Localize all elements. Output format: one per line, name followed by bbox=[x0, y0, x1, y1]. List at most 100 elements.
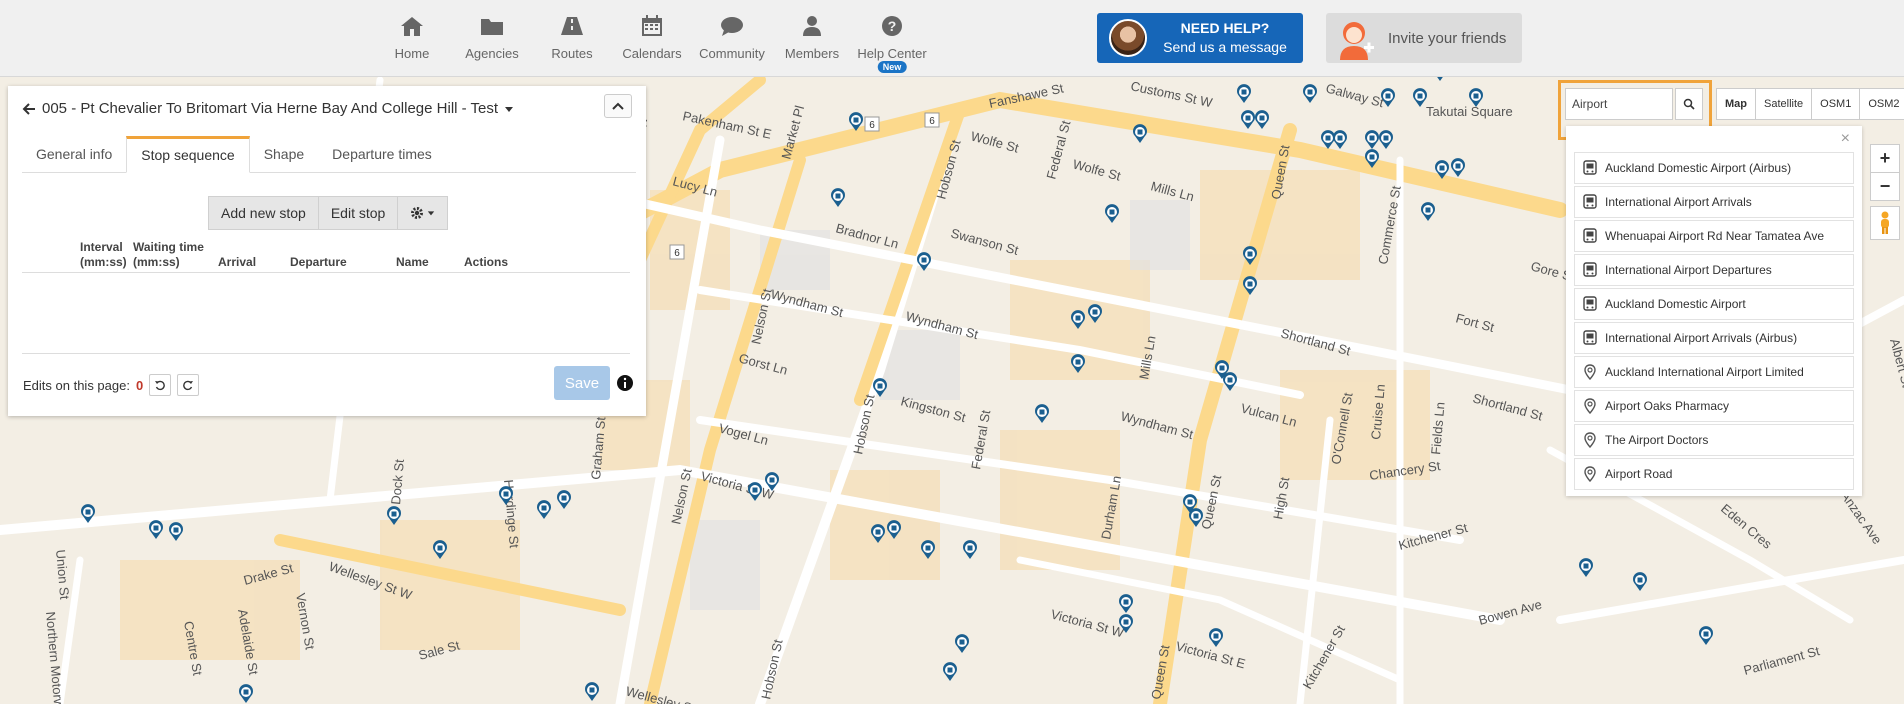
tab-departure-times[interactable]: Departure times bbox=[318, 136, 446, 172]
bus-stop-marker[interactable] bbox=[955, 634, 970, 653]
search-result-item[interactable]: Auckland Domestic Airport bbox=[1574, 288, 1854, 320]
collapse-panel-button[interactable] bbox=[604, 94, 632, 118]
panel-tabs: General info Stop sequence Shape Departu… bbox=[22, 136, 636, 173]
street-label: Federal St bbox=[1043, 119, 1073, 181]
bus-stop-marker[interactable] bbox=[239, 684, 254, 703]
bus-stop-marker[interactable] bbox=[1105, 204, 1119, 223]
bus-stop-marker[interactable] bbox=[585, 682, 599, 701]
bus-stop-marker[interactable] bbox=[1209, 628, 1223, 647]
search-result-item[interactable]: Auckland Domestic Airport (Airbus) bbox=[1574, 152, 1854, 184]
bus-stop-marker[interactable] bbox=[1433, 77, 1447, 81]
tab-shape[interactable]: Shape bbox=[250, 136, 318, 172]
nav-calendars[interactable]: Calendars bbox=[612, 0, 692, 76]
nav-community[interactable]: Community bbox=[692, 0, 772, 76]
bus-stop-marker[interactable] bbox=[1035, 404, 1049, 423]
invite-friends-button[interactable]: Invite your friends bbox=[1326, 13, 1522, 63]
search-result-item[interactable]: Whenuapai Airport Rd Near Tamatea Ave bbox=[1574, 220, 1854, 252]
search-result-item[interactable]: International Airport Departures bbox=[1574, 254, 1854, 286]
street-label: Victoria St W bbox=[1049, 606, 1126, 640]
svg-text:?: ? bbox=[888, 18, 897, 34]
map-search-input[interactable]: Airport bbox=[1565, 88, 1673, 120]
street-label: Wolfe St bbox=[969, 128, 1020, 155]
nav-members[interactable]: Members bbox=[772, 0, 852, 76]
search-result-label: Auckland Domestic Airport (Airbus) bbox=[1605, 161, 1792, 175]
search-result-label: Whenuapai Airport Rd Near Tamatea Ave bbox=[1605, 229, 1825, 243]
tab-stop-sequence[interactable]: Stop sequence bbox=[126, 136, 250, 173]
zoom-in-button[interactable]: + bbox=[1871, 145, 1899, 172]
undo-button[interactable] bbox=[149, 374, 172, 396]
caret-down-icon[interactable] bbox=[504, 104, 514, 114]
bus-stop-marker[interactable] bbox=[831, 188, 845, 207]
add-new-stop-button[interactable]: Add new stop bbox=[208, 196, 319, 230]
bus-stop-marker[interactable] bbox=[1241, 110, 1256, 129]
bus-stop-marker[interactable] bbox=[1133, 124, 1147, 143]
nav-label: Calendars bbox=[622, 46, 682, 61]
bus-stop-marker[interactable] bbox=[917, 252, 931, 271]
bus-stop-marker[interactable] bbox=[1302, 84, 1317, 103]
edit-stop-button[interactable]: Edit stop bbox=[318, 196, 399, 230]
layer-osm2-button[interactable]: OSM2 bbox=[1860, 88, 1904, 120]
place-pin-icon bbox=[1584, 432, 1596, 448]
bus-stop-marker[interactable] bbox=[1633, 572, 1648, 591]
search-result-item[interactable]: Airport Road bbox=[1574, 458, 1854, 490]
arrow-left-icon[interactable] bbox=[22, 102, 36, 116]
search-result-item[interactable]: International Airport Arrivals (Airbus) bbox=[1574, 322, 1854, 354]
bus-stop-marker[interactable] bbox=[1333, 130, 1347, 149]
bus-stop-icon bbox=[1583, 194, 1597, 209]
bus-stop-marker[interactable] bbox=[1412, 88, 1427, 107]
bus-stop-marker[interactable] bbox=[1699, 626, 1714, 645]
route-title[interactable]: 005 - Pt Chevalier To Britomart Via Hern… bbox=[22, 100, 514, 117]
bus-stop-marker[interactable] bbox=[1379, 130, 1393, 149]
map-search-button[interactable] bbox=[1675, 88, 1703, 120]
redo-button[interactable] bbox=[177, 374, 200, 396]
layer-map-button[interactable]: Map bbox=[1716, 88, 1756, 120]
bus-stop-marker[interactable] bbox=[943, 662, 958, 681]
bus-stop-marker[interactable] bbox=[1119, 594, 1133, 613]
bus-stop-marker[interactable] bbox=[1451, 158, 1466, 177]
search-result-item[interactable]: Auckland International Airport Limited bbox=[1574, 356, 1854, 388]
bus-stop-marker[interactable] bbox=[537, 500, 551, 519]
road-icon bbox=[561, 17, 583, 35]
nav-routes[interactable]: Routes bbox=[532, 0, 612, 76]
search-result-item[interactable]: Airport Oaks Pharmacy bbox=[1574, 390, 1854, 422]
street-label: Wolfe St bbox=[1071, 156, 1122, 183]
bus-stop-marker[interactable] bbox=[1579, 558, 1594, 577]
nav-agencies[interactable]: Agencies bbox=[452, 0, 532, 76]
search-results-dropdown: × Auckland Domestic Airport (Airbus) Inte… bbox=[1566, 126, 1862, 496]
bus-stop-marker[interactable] bbox=[169, 522, 183, 541]
street-label: Albert St bbox=[1887, 337, 1904, 389]
tab-general-info[interactable]: General info bbox=[22, 136, 126, 172]
search-result-item[interactable]: International Airport Arrivals bbox=[1574, 186, 1854, 218]
street-view-pegman[interactable] bbox=[1870, 206, 1900, 240]
settings-dropdown-button[interactable] bbox=[398, 196, 449, 230]
bus-stop-marker[interactable] bbox=[149, 520, 163, 539]
zoom-out-button[interactable]: − bbox=[1871, 172, 1899, 200]
bus-stop-icon bbox=[1583, 330, 1597, 345]
nav-home[interactable]: Home bbox=[372, 0, 452, 76]
street-label: Galway St bbox=[1324, 80, 1385, 110]
info-icon[interactable] bbox=[616, 374, 634, 392]
street-label: Takutai Square bbox=[1426, 104, 1513, 119]
bus-stop-marker[interactable] bbox=[1255, 110, 1270, 129]
bus-stop-marker[interactable] bbox=[1321, 130, 1335, 149]
bus-stop-marker[interactable] bbox=[1421, 202, 1435, 221]
street-label: Shortland St bbox=[1471, 390, 1544, 423]
layer-osm1-button[interactable]: OSM1 bbox=[1812, 88, 1861, 120]
nav-help-center[interactable]: ? Help Center New bbox=[852, 0, 932, 76]
close-results-icon[interactable]: × bbox=[1841, 130, 1850, 148]
col-actions: Actions bbox=[464, 255, 509, 269]
search-result-item[interactable]: The Airport Doctors bbox=[1574, 424, 1854, 456]
save-button[interactable]: Save bbox=[554, 366, 610, 400]
layer-satellite-button[interactable]: Satellite bbox=[1756, 88, 1813, 120]
bus-stop-marker[interactable] bbox=[557, 490, 571, 509]
bus-stop-marker[interactable] bbox=[1223, 372, 1237, 391]
bus-stop-marker[interactable] bbox=[1381, 88, 1396, 107]
bus-stop-marker[interactable] bbox=[1365, 130, 1379, 149]
street-label: Hobson St bbox=[758, 638, 785, 701]
bus-stop-marker[interactable] bbox=[963, 540, 978, 559]
search-result-label: International Airport Arrivals bbox=[1605, 195, 1752, 209]
need-help-button[interactable]: NEED HELP? Send us a message bbox=[1097, 13, 1303, 63]
bus-stop-marker[interactable] bbox=[1237, 84, 1252, 103]
gear-icon bbox=[411, 207, 424, 219]
search-result-label: International Airport Departures bbox=[1605, 263, 1772, 277]
